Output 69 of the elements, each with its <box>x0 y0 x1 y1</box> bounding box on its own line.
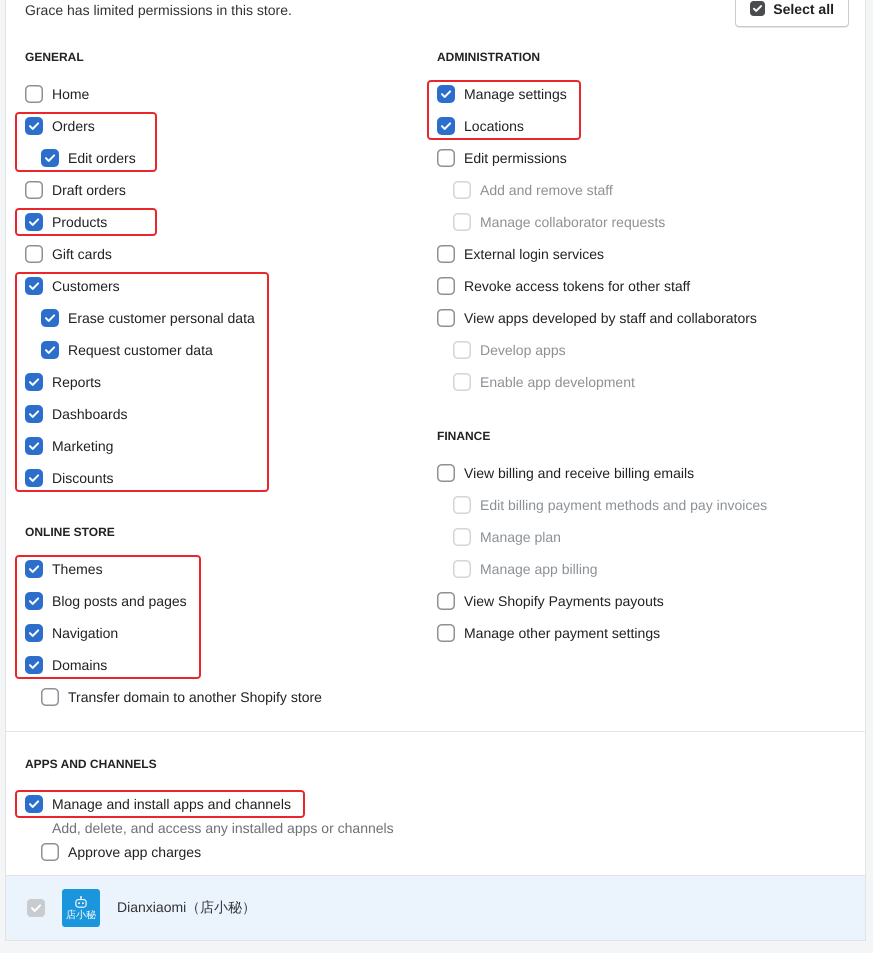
logo-text: 店小秘 <box>66 910 96 920</box>
checkbox[interactable] <box>437 464 455 482</box>
checkbox-label[interactable]: External login services <box>464 246 604 262</box>
section-heading: ONLINE STORE <box>25 524 115 541</box>
checkbox[interactable] <box>25 624 43 642</box>
checkbox-label[interactable]: Discounts <box>52 470 114 486</box>
checkbox[interactable] <box>437 277 455 295</box>
checkbox-label[interactable]: Orders <box>52 118 95 134</box>
checkbox-label[interactable]: Gift cards <box>52 246 112 262</box>
section-heading: ADMINISTRATION <box>437 49 540 66</box>
checkbox[interactable] <box>25 592 43 610</box>
permissions-notice: Grace has limited permissions in this store. <box>25 1 292 20</box>
checkbox[interactable] <box>25 245 43 263</box>
checkbox-label[interactable]: Domains <box>52 657 108 673</box>
checkbox-label[interactable]: Customers <box>52 278 120 294</box>
checkbox-label[interactable]: Reports <box>52 374 102 390</box>
checkbox-label[interactable]: Manage other payment settings <box>464 625 660 641</box>
checkbox[interactable] <box>437 592 455 610</box>
checkbox-label[interactable]: Dashboards <box>52 406 128 422</box>
item-description: Add, delete, and access any installed apps or channels <box>52 820 394 836</box>
checkbox[interactable] <box>437 309 455 327</box>
checkbox[interactable] <box>41 843 59 861</box>
checkbox[interactable] <box>25 469 43 487</box>
checkbox-label[interactable]: Blog posts and pages <box>52 593 187 609</box>
checkbox-label[interactable]: Locations <box>464 118 524 134</box>
checkbox-label[interactable]: Manage settings <box>464 86 567 102</box>
checkbox-label[interactable]: View billing and receive billing emails <box>464 465 694 481</box>
section-heading: APPS AND CHANNELS <box>25 756 157 773</box>
checkbox[interactable] <box>25 405 43 423</box>
checkbox-label[interactable]: Draft orders <box>52 182 126 198</box>
checkbox[interactable] <box>437 85 455 103</box>
checkbox-label[interactable]: Products <box>52 214 108 230</box>
checkbox[interactable] <box>41 309 59 327</box>
checkbox[interactable] <box>41 149 59 167</box>
checkbox[interactable] <box>25 795 43 813</box>
checkbox[interactable] <box>25 437 43 455</box>
checkbox[interactable] <box>25 181 43 199</box>
checkbox[interactable] <box>25 85 43 103</box>
checkbox[interactable] <box>25 373 43 391</box>
checkbox[interactable] <box>25 656 43 674</box>
section-heading: GENERAL <box>25 49 84 66</box>
checkbox[interactable] <box>41 688 59 706</box>
checkbox[interactable] <box>437 149 455 167</box>
checkbox-label[interactable]: View Shopify Payments payouts <box>464 593 664 609</box>
app-name: Dianxiaomi（店小秘） <box>117 899 256 917</box>
checkbox[interactable] <box>25 277 43 295</box>
checkbox-label[interactable]: Erase customer personal data <box>68 310 255 326</box>
checkbox-label[interactable]: Manage and install apps and channels <box>52 796 291 812</box>
checkbox[interactable] <box>25 560 43 578</box>
checkbox-label[interactable]: Edit orders <box>68 150 136 166</box>
checkbox[interactable] <box>437 624 455 642</box>
checkbox-label[interactable]: Revoke access tokens for other staff <box>464 278 690 294</box>
checkbox[interactable] <box>41 341 59 359</box>
checkbox-label[interactable]: Navigation <box>52 625 118 641</box>
checkbox-label[interactable]: Marketing <box>52 438 114 454</box>
section-heading: FINANCE <box>437 428 490 445</box>
checkbox[interactable] <box>25 213 43 231</box>
checkbox-label[interactable]: Transfer domain to another Shopify store <box>68 689 322 705</box>
checkbox-label[interactable]: Edit permissions <box>464 150 567 166</box>
checkbox[interactable] <box>25 117 43 135</box>
checkbox-label[interactable]: View apps developed by staff and collaborators <box>464 310 757 326</box>
checkbox-label[interactable]: Request customer data <box>68 342 213 358</box>
checkbox[interactable] <box>437 245 455 263</box>
checkbox-label[interactable]: Themes <box>52 561 103 577</box>
robot-icon <box>74 896 88 908</box>
checkbox-label[interactable]: Approve app charges <box>68 844 202 860</box>
checkbox[interactable] <box>437 117 455 135</box>
select-all-button[interactable]: Select all <box>735 0 849 27</box>
checkbox-label[interactable]: Home <box>52 86 90 102</box>
